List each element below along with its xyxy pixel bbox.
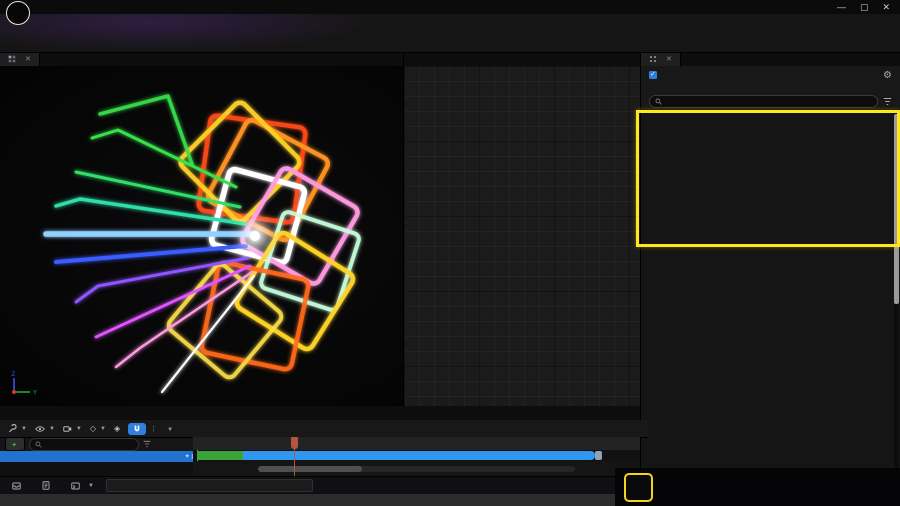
snap-magnet-button[interactable]: [128, 423, 146, 435]
filter-icon[interactable]: [143, 440, 151, 448]
log-icon: [42, 481, 50, 490]
minimize-button[interactable]: —: [837, 2, 846, 13]
svg-text:Z: Z: [12, 372, 16, 378]
horizontal-scrollbar-thumb[interactable]: [258, 466, 362, 472]
playhead-marker[interactable]: [291, 437, 298, 449]
keyframe-icon[interactable]: ◇▼: [90, 424, 106, 433]
track-row-selected[interactable]: ✦ ▣: [0, 451, 201, 462]
eye-icon[interactable]: ▼: [35, 425, 55, 433]
fireworks-effect: Y Z: [0, 66, 403, 406]
drawer-icon: [12, 482, 21, 490]
timeline-range-bar[interactable]: [243, 451, 595, 460]
content-drawer-button[interactable]: [6, 482, 30, 490]
branding-overlay: [615, 468, 900, 506]
search-icon: [655, 98, 662, 105]
gear-icon[interactable]: ⚙: [883, 70, 892, 81]
tab-selection[interactable]: ✕: [641, 52, 681, 66]
close-button[interactable]: ✕: [882, 2, 890, 13]
axis-gizmo: Y Z: [12, 372, 38, 397]
fps-dropdown[interactable]: ▼: [165, 424, 173, 433]
preview-panel: ✕: [0, 52, 403, 406]
main-toolbar: [0, 14, 900, 53]
cmd-dropdown[interactable]: ▼: [65, 482, 100, 490]
timeline-ruler-area[interactable]: [193, 437, 640, 476]
tab-preview[interactable]: ✕: [0, 52, 40, 66]
wrench-icon[interactable]: ▼: [8, 424, 27, 433]
preview-viewport[interactable]: Y Z: [0, 66, 403, 406]
unreal-niagara-window: — ▢ ✕ ✕: [0, 0, 900, 506]
window-controls: — ▢ ✕: [837, 2, 900, 13]
emitter-enabled-checkbox[interactable]: ✓: [649, 71, 657, 79]
keyframe-all-icon[interactable]: ◈: [114, 424, 120, 433]
range-handle[interactable]: [595, 451, 602, 460]
camera-icon[interactable]: ▼: [63, 425, 82, 433]
coreb-logo-icon: [624, 473, 653, 502]
timeline-toolbar: ▼ ▼ ▼ ◇▼ ◈ ⋮ ▼: [0, 420, 648, 438]
search-icon: [35, 441, 42, 448]
playhead-line: [294, 449, 295, 476]
selection-panel: ✕ ✓ ⚙: [641, 52, 900, 476]
track-search-input[interactable]: [29, 438, 139, 451]
maximize-button[interactable]: ▢: [860, 2, 869, 13]
output-log-button[interactable]: [36, 481, 59, 490]
cmd-icon: [71, 482, 80, 490]
filter-icon[interactable]: [883, 97, 892, 106]
scrollbar-thumb[interactable]: [894, 114, 899, 304]
add-track-button[interactable]: +: [5, 437, 25, 451]
track-list: + ✦ ▣: [0, 437, 194, 476]
timeline-panel: ▼ ▼ ▼ ◇▼ ◈ ⋮ ▼ +: [0, 406, 640, 476]
stack-search-input[interactable]: [649, 95, 878, 108]
playback-controls: [0, 462, 193, 476]
time-ruler[interactable]: [193, 437, 640, 451]
svg-text:Y: Y: [33, 391, 37, 397]
unreal-logo-icon: [6, 1, 30, 25]
close-icon[interactable]: ✕: [25, 55, 31, 63]
system-overview-panel: [404, 52, 640, 406]
particle-count: [641, 84, 900, 94]
console-command-input[interactable]: [106, 479, 313, 492]
title-bar: — ▢ ✕: [0, 0, 900, 14]
close-icon[interactable]: ✕: [666, 55, 672, 63]
node-graph-canvas[interactable]: [404, 66, 640, 406]
